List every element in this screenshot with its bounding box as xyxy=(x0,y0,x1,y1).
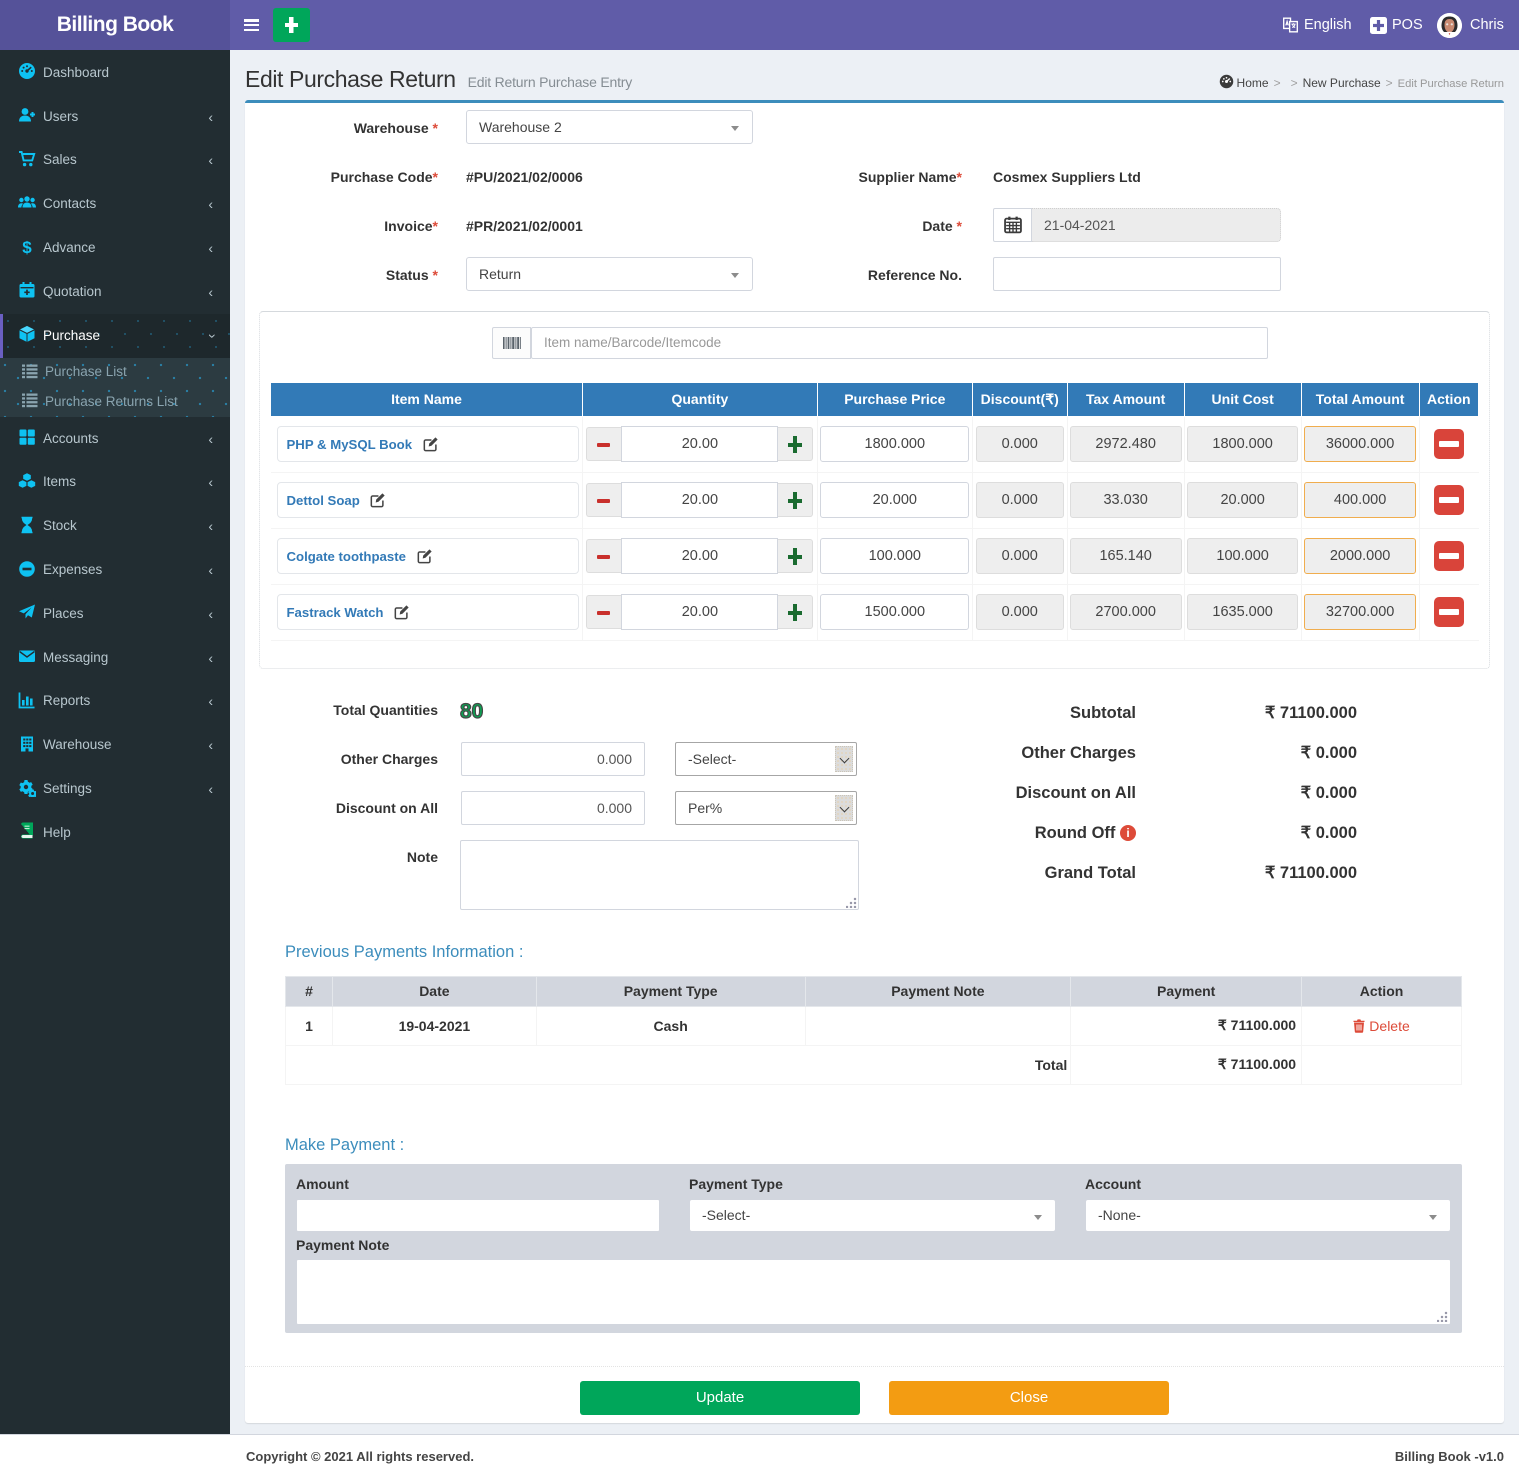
svg-text:$: $ xyxy=(22,238,32,256)
